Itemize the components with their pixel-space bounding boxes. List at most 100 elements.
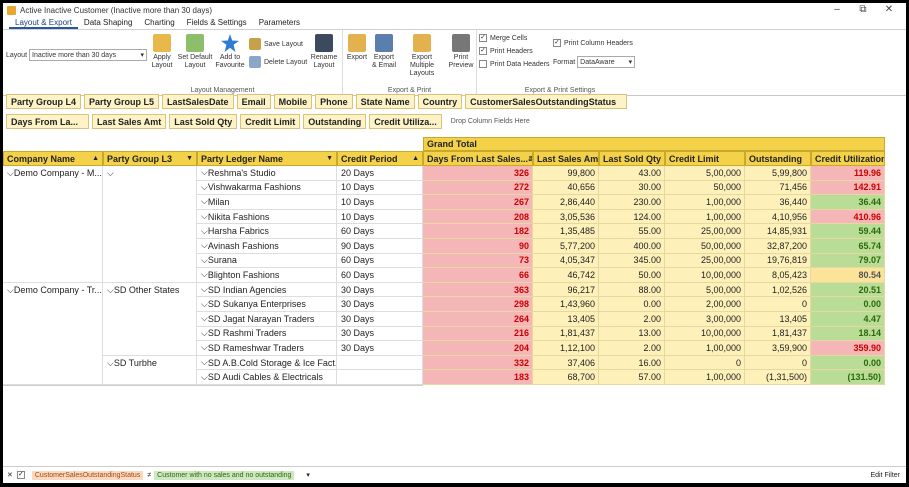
print-headers-checkbox[interactable]: ✓ Print Headers (479, 47, 533, 55)
filter-dropdown-icon[interactable]: ▼ (186, 155, 193, 162)
filter-field[interactable]: LastSalesDate (162, 94, 234, 109)
column-header[interactable]: Days From Last Sales...⇵ (423, 151, 533, 166)
row-header[interactable]: Party Group L3 ▼ (103, 151, 197, 166)
data-cell: 50.00 (599, 268, 665, 283)
data-field[interactable]: Outstanding (303, 114, 367, 129)
expand-icon[interactable]: ⌵ (107, 358, 114, 369)
column-header[interactable]: Last Sold Qty (599, 151, 665, 166)
row-header[interactable]: Company Name ▲ (3, 151, 103, 166)
row-header[interactable]: Credit Period ▲ (337, 151, 423, 166)
filter-field[interactable]: Party Group L5 (84, 94, 160, 109)
column-header[interactable]: Last Sales Amt (533, 151, 599, 166)
expand-icon[interactable]: ⌵ (201, 342, 208, 353)
party-ledger-cell[interactable]: ⌵ SD Audi Cables & Electricals (197, 370, 337, 385)
party-ledger-cell[interactable]: ⌵ Milan (197, 195, 337, 210)
party-ledger-cell[interactable]: ⌵ Vishwakarma Fashions (197, 180, 337, 196)
party-ledger-cell[interactable]: ⌵ Surana (197, 253, 337, 269)
print-preview-button[interactable]: Print Preview (447, 34, 475, 70)
rename-layout-button[interactable]: Rename Layout (309, 34, 339, 70)
party-ledger-cell[interactable]: ⌵ SD Sukanya Enterprises (197, 297, 337, 312)
party-ledger-cell[interactable]: ⌵ Nikita Fashions (197, 209, 337, 225)
tab-data-shaping[interactable]: Data Shaping (78, 17, 138, 29)
delete-layout-button[interactable]: Delete Layout (249, 56, 307, 68)
merge-cells-checkbox[interactable]: ✓ Merge Cells (479, 34, 527, 42)
expand-icon[interactable]: ⌵ (107, 168, 114, 179)
expand-icon[interactable]: ⌵ (201, 313, 208, 324)
party-ledger-cell[interactable]: ⌵ SD Rameshwar Traders (197, 341, 337, 356)
filter-field[interactable]: Email (236, 94, 271, 109)
expand-icon[interactable]: ⌵ (201, 284, 208, 295)
party-ledger-cell[interactable]: ⌵ Avinash Fashions (197, 239, 337, 254)
restore-button[interactable]: ⧉ (850, 4, 876, 16)
expand-icon[interactable]: ⌵ (201, 182, 208, 193)
tab-layout-export[interactable]: Layout & Export (9, 17, 78, 29)
filter-dropdown-icon[interactable]: ▼ (326, 155, 333, 162)
expand-icon[interactable]: ⌵ (107, 285, 114, 296)
filter-field[interactable]: State Name (355, 94, 415, 109)
print-column-headers-checkbox[interactable]: ✓ Print Column Headers (553, 39, 633, 47)
expand-icon[interactable]: ⌵ (201, 167, 208, 178)
layout-select[interactable]: Inactive more than 30 days ▾ (29, 49, 148, 61)
close-button[interactable]: ✕ (876, 4, 902, 16)
filter-field[interactable]: Party Group L4 (6, 94, 82, 109)
party-ledger-cell[interactable]: ⌵ Harsha Fabrics (197, 224, 337, 239)
expand-icon[interactable]: ⌵ (201, 240, 208, 251)
column-header[interactable]: Credit Utilization (811, 151, 885, 166)
sort-asc-icon[interactable]: ▲ (412, 155, 419, 162)
data-field[interactable]: Credit Utiliza... (369, 114, 442, 129)
apply-layout-button[interactable]: Apply Layout (151, 34, 173, 70)
company-cell[interactable]: ⌵ Demo Company - Tr... (3, 282, 103, 385)
party-ledger-cell[interactable]: ⌵ Blighton Fashions (197, 268, 337, 283)
minimize-button[interactable]: – (824, 4, 850, 16)
sort-asc-icon[interactable]: ▲ (92, 155, 99, 162)
column-header[interactable]: Outstanding (745, 151, 811, 166)
expand-icon[interactable]: ⌵ (201, 372, 208, 383)
format-select[interactable]: DataAware ▾ (577, 56, 636, 68)
expand-icon[interactable]: ⌵ (201, 269, 208, 280)
data-field[interactable]: Last Sold Qty (169, 114, 238, 129)
party-ledger-cell[interactable]: ⌵ SD A.B.Cold Storage & Ice Fact... (197, 355, 337, 371)
data-field[interactable]: Credit Limit (240, 114, 301, 129)
expand-icon[interactable]: ⌵ (7, 168, 14, 179)
party-ledger-cell[interactable]: ⌵ SD Indian Agencies (197, 282, 337, 298)
filter-dropdown-icon[interactable]: ▾ (306, 471, 310, 479)
export-button[interactable]: Export (345, 34, 369, 62)
export-email-button[interactable]: Export & Email (371, 34, 397, 70)
export-multiple-button[interactable]: Export Multiple Layouts (399, 34, 445, 78)
filter-field-chip[interactable]: CustomerSalesOutstandingStatus (31, 470, 144, 480)
expand-icon[interactable]: ⌵ (201, 328, 208, 339)
print-data-headers-checkbox[interactable]: Print Data Headers (479, 60, 550, 68)
filter-field[interactable]: Phone (315, 94, 353, 109)
expand-icon[interactable]: ⌵ (201, 211, 208, 222)
data-field[interactable]: Last Sales Amt (92, 114, 167, 129)
party-ledger-cell[interactable]: ⌵ SD Rashmi Traders (197, 326, 337, 342)
party-ledger-cell[interactable]: ⌵ SD Jagat Narayan Traders (197, 312, 337, 327)
filter-field[interactable]: CustomerSalesOutstandingStatus (465, 94, 628, 109)
add-to-favourite-button[interactable]: Add to Favourite (215, 34, 245, 70)
expand-icon[interactable]: ⌵ (7, 285, 14, 296)
save-layout-button[interactable]: Save Layout (249, 38, 303, 50)
company-cell[interactable]: ⌵ Demo Company - M... (3, 166, 103, 283)
set-default-layout-button[interactable]: Set Default Layout (177, 34, 213, 70)
tab-parameters[interactable]: Parameters (253, 17, 306, 29)
party-group-l3-cell[interactable]: ⌵ (103, 166, 197, 283)
party-ledger-cell[interactable]: ⌵ Reshma's Studio (197, 166, 337, 181)
party-group-l3-cell[interactable]: ⌵ SD Other States (103, 282, 197, 356)
data-field[interactable]: Days From La... (6, 114, 90, 129)
expand-icon[interactable]: ⌵ (201, 255, 208, 266)
party-group-l3-cell[interactable]: ⌵ SD Turbhe (103, 355, 197, 385)
expand-icon[interactable]: ⌵ (201, 196, 208, 207)
filter-value-chip[interactable]: Customer with no sales and no outstandin… (154, 470, 295, 480)
edit-filter-button[interactable]: Edit Filter (870, 472, 900, 479)
tab-fields-settings[interactable]: Fields & Settings (181, 17, 253, 29)
expand-icon[interactable]: ⌵ (201, 299, 208, 310)
clear-filter-icon[interactable]: ✕ (7, 471, 13, 479)
expand-icon[interactable]: ⌵ (201, 226, 208, 237)
column-header[interactable]: Credit Limit (665, 151, 745, 166)
filter-enabled-checkbox[interactable]: ✓ (16, 471, 25, 479)
filter-field[interactable]: Mobile (273, 94, 313, 109)
filter-field[interactable]: Country (417, 94, 463, 109)
row-header[interactable]: Party Ledger Name ▼ (197, 151, 337, 166)
expand-icon[interactable]: ⌵ (201, 357, 208, 368)
tab-charting[interactable]: Charting (138, 17, 180, 29)
